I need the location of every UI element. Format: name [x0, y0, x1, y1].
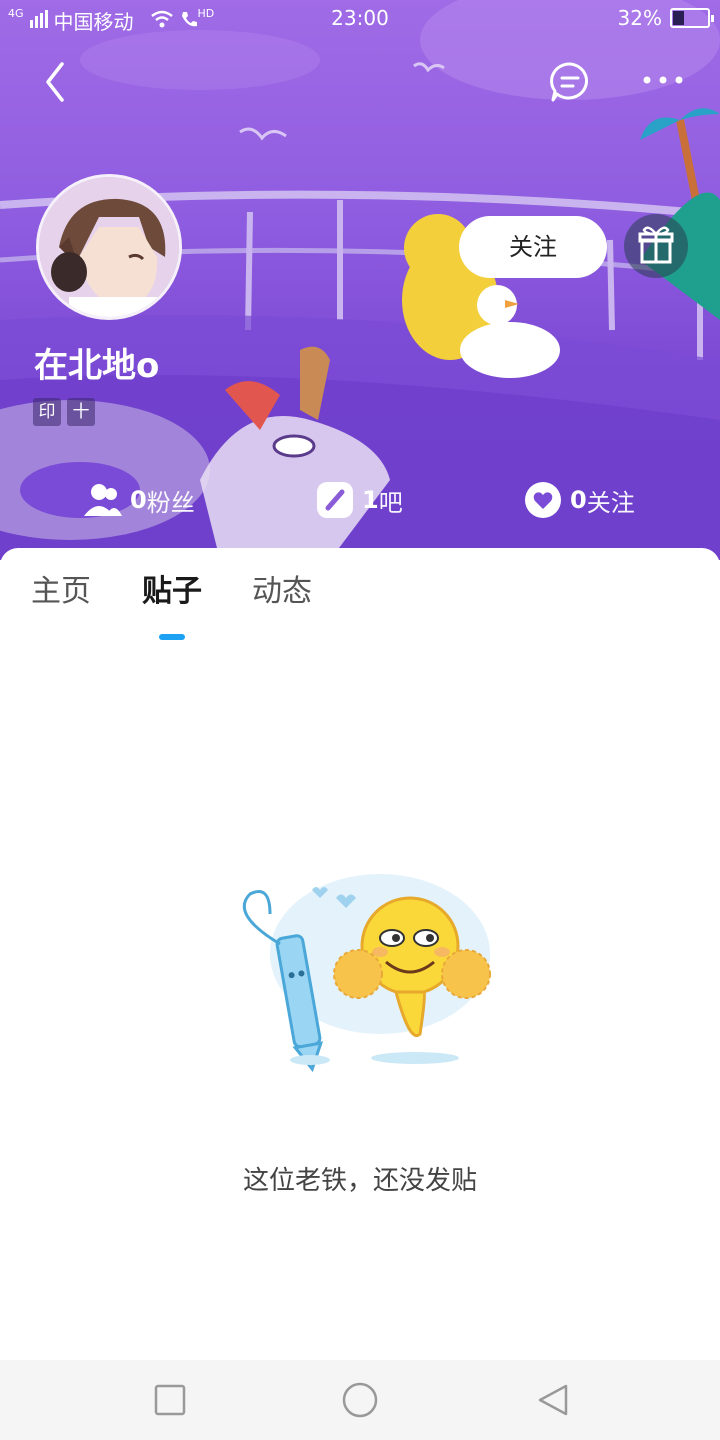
gift-button[interactable]: [624, 214, 688, 278]
fans-count: 0: [130, 486, 147, 514]
recent-apps-button[interactable]: [150, 1382, 190, 1420]
tab-posts[interactable]: 贴子: [142, 566, 202, 610]
circle-icon: [342, 1382, 378, 1418]
profile-page: 4G 中国移动 HD 23:00 32% 在北地o 印 十 关注 0 粉丝 1 …: [0, 0, 720, 1440]
badge-add[interactable]: 十: [67, 398, 95, 426]
gift-icon: [638, 226, 674, 264]
back-arrow-icon: [46, 62, 64, 102]
home-button[interactable]: [340, 1382, 380, 1420]
chat-bubble-icon: [550, 62, 589, 102]
square-icon: [154, 1384, 186, 1416]
bars-count: 1: [362, 486, 379, 514]
tab-active-indicator: [159, 634, 185, 640]
triangle-back-icon: [538, 1384, 568, 1416]
stat-bars[interactable]: 1吧: [316, 482, 403, 518]
system-back-button[interactable]: [534, 1382, 574, 1420]
more-dots-icon: [643, 76, 683, 84]
back-button[interactable]: [36, 60, 76, 104]
stat-following[interactable]: 0 关注: [524, 482, 635, 518]
profile-banner: 4G 中国移动 HD 23:00 32% 在北地o 印 十 关注 0 粉丝 1 …: [0, 0, 720, 560]
fans-label: 粉丝: [146, 488, 195, 517]
tab-home[interactable]: 主页: [31, 566, 91, 610]
following-count: 0: [570, 486, 587, 514]
heart-icon: [525, 482, 561, 518]
battery-percent: 32%: [617, 6, 662, 30]
avatar[interactable]: [36, 174, 182, 320]
badge-seal[interactable]: 印: [33, 398, 61, 426]
follow-button[interactable]: 关注: [459, 216, 607, 278]
following-label: 关注: [586, 488, 635, 517]
top-nav: [0, 50, 720, 110]
username: 在北地o: [34, 346, 160, 386]
stats-row: 0 粉丝 1吧 0 关注: [0, 478, 720, 526]
fans-icon: [84, 484, 122, 516]
message-button[interactable]: [547, 60, 593, 104]
bar-icon: [317, 482, 353, 518]
clock: 23:00: [331, 6, 389, 30]
bars-label: 吧: [378, 488, 403, 517]
status-bar: 4G 中国移动 HD 23:00 32%: [0, 0, 720, 38]
avatar-image: [39, 177, 179, 317]
empty-state-illustration: [242, 874, 491, 1073]
stat-fans[interactable]: 0 粉丝: [84, 482, 195, 518]
battery-icon: [670, 8, 714, 28]
empty-state-message: 这位老铁，还没发贴: [242, 1166, 477, 1196]
content-panel: 主页 贴子 动态 这位老铁，还没发贴: [0, 548, 720, 1360]
system-nav-bar: [0, 1360, 720, 1440]
tab-activity[interactable]: 动态: [252, 566, 312, 610]
tab-bar: 主页 贴子 动态: [0, 566, 720, 640]
more-options-button[interactable]: [640, 68, 686, 92]
badge-list: 印 十: [33, 398, 95, 426]
